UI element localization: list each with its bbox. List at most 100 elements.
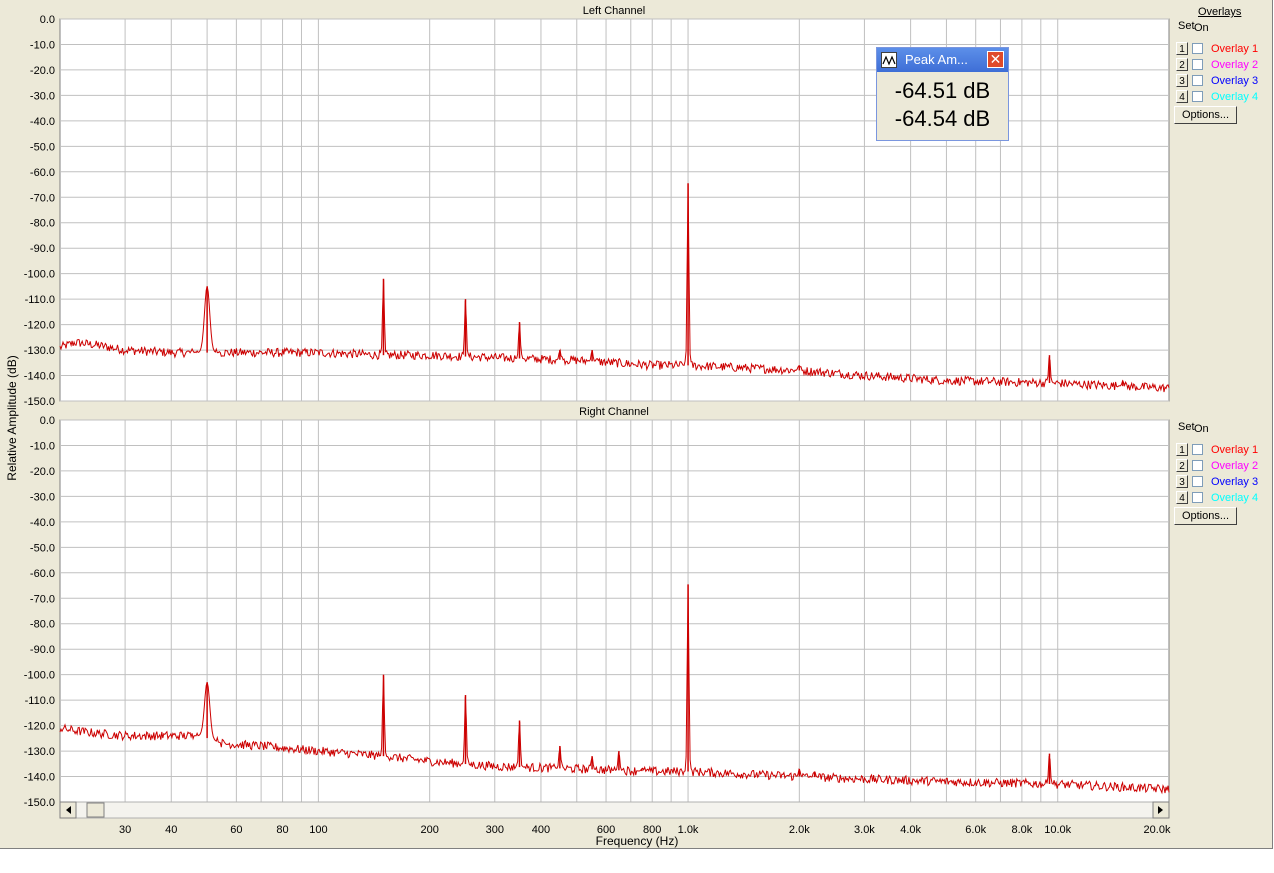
overlay-label: Overlay 4: [1211, 90, 1259, 103]
y-tick-label: -40.0: [30, 517, 55, 529]
overlays-title: Overlays: [1198, 6, 1242, 18]
peak-window-titlebar[interactable]: Peak Am... ✕: [877, 48, 1008, 72]
overlay-set-button[interactable]: 3: [1176, 74, 1188, 87]
y-tick-label: -110.0: [25, 695, 55, 707]
y-tick-label: -100.0: [24, 269, 55, 281]
waveform-icon: [881, 52, 897, 68]
x-tick-label: 80: [276, 824, 288, 836]
peak-left-value: -64.51 dB: [894, 78, 991, 103]
overlay-row: 4 Overlay 4: [1176, 89, 1258, 104]
y-tick-label: -100.0: [24, 670, 55, 682]
y-tick-label: -50.0: [30, 141, 55, 153]
peak-right-value: -64.54 dB: [894, 106, 991, 131]
x-tick-label: 30: [119, 824, 131, 836]
bottom-chart-title: Right Channel: [579, 406, 649, 418]
y-tick-label: 0.0: [40, 14, 55, 26]
overlay-row: 2 Overlay 2: [1176, 57, 1258, 72]
overlay-set-button[interactable]: 4: [1176, 90, 1188, 103]
x-tick-label: 60: [230, 824, 242, 836]
peak-window-title: Peak Am...: [905, 52, 968, 67]
overlay-label: Overlay 2: [1211, 58, 1259, 71]
y-tick-label: -60.0: [30, 568, 55, 580]
overlay-set-button[interactable]: 3: [1176, 475, 1188, 488]
spectrum-plot: Left Channel 0.0 -10.0 -20.0 -30.0 -40.0 -50.…: [5, 5, 1171, 848]
overlay-on-checkbox[interactable]: [1192, 43, 1203, 54]
x-tick-label: 6.0k: [965, 824, 986, 836]
x-tick-label: 20.0k: [1144, 824, 1171, 836]
x-tick-label: 200: [420, 824, 438, 836]
x-tick-label: 1.0k: [678, 824, 699, 836]
overlay-label: Overlay 3: [1211, 74, 1259, 87]
x-tick-label: 3.0k: [854, 824, 875, 836]
x-tick-label: 300: [486, 824, 504, 836]
y-tick-label: -70.0: [30, 192, 55, 204]
overlay-set-button[interactable]: 2: [1176, 459, 1188, 472]
y-tick-label: -20.0: [30, 466, 55, 478]
y-tick-label: -90.0: [30, 644, 55, 656]
top-y-axis: 0.0 -10.0 -20.0 -30.0 -40.0 -50.0 -60.0 -70.0 -8…: [24, 14, 55, 408]
y-tick-label: 0.0: [40, 415, 55, 427]
x-tick-label: 10.0k: [1044, 824, 1071, 836]
overlay-on-checkbox[interactable]: [1192, 59, 1203, 70]
spectrum-analyzer-window: Left Channel 0.0 -10.0 -20.0 -30.0 -40.0 -50.…: [0, 0, 1273, 849]
y-tick-label: -150.0: [24, 797, 55, 809]
y-tick-label: -120.0: [24, 320, 55, 332]
overlay-label: Overlay 2: [1211, 459, 1259, 472]
close-icon[interactable]: ✕: [987, 51, 1004, 68]
y-tick-label: -30.0: [30, 90, 55, 102]
y-tick-label: -20.0: [30, 65, 55, 77]
overlay-set-button[interactable]: 1: [1176, 443, 1188, 456]
x-tick-label: 100: [309, 824, 327, 836]
y-tick-label: -150.0: [24, 396, 55, 408]
y-tick-label: -130.0: [24, 746, 55, 758]
y-tick-label: -90.0: [30, 243, 55, 255]
x-tick-label: 40: [165, 824, 177, 836]
bottom-y-axis: 0.0 -10.0 -20.0 -30.0 -40.0 -50.0 -60.0 -70.0 -8…: [24, 415, 55, 809]
overlay-on-checkbox[interactable]: [1192, 460, 1203, 471]
overlay-on-checkbox[interactable]: [1192, 476, 1203, 487]
top-chart-title: Left Channel: [583, 5, 645, 17]
top-options-button[interactable]: Options...: [1174, 106, 1237, 124]
x-axis-label: Frequency (Hz): [596, 834, 679, 848]
x-tick-label: 4.0k: [900, 824, 921, 836]
y-tick-label: -110.0: [25, 294, 55, 306]
overlay-label: Overlay 1: [1211, 42, 1259, 55]
y-tick-label: -120.0: [24, 721, 55, 733]
overlay-set-button[interactable]: 1: [1176, 42, 1188, 55]
x-tick-label: 2.0k: [789, 824, 810, 836]
y-tick-label: -10.0: [30, 39, 55, 51]
bottom-options-button[interactable]: Options...: [1174, 507, 1237, 525]
y-tick-label: -140.0: [24, 772, 55, 784]
horizontal-scrollbar[interactable]: [59, 801, 1170, 819]
scroll-thumb[interactable]: [86, 802, 105, 818]
y-tick-label: -80.0: [30, 218, 55, 230]
y-tick-label: -70.0: [30, 593, 55, 605]
overlay-row: 1 Overlay 1: [1176, 442, 1258, 457]
y-tick-label: -50.0: [30, 542, 55, 554]
y-tick-label: -140.0: [24, 371, 55, 383]
overlay-set-button[interactable]: 2: [1176, 58, 1188, 71]
x-tick-label: 400: [532, 824, 550, 836]
overlay-row: 1 Overlay 1: [1176, 41, 1258, 56]
overlay-row: 4 Overlay 4: [1176, 490, 1258, 505]
peak-amplitude-window[interactable]: Peak Am... ✕ -64.51 dB -64.54 dB: [876, 47, 1009, 141]
y-tick-label: -10.0: [30, 440, 55, 452]
overlay-row: 3 Overlay 3: [1176, 474, 1258, 489]
y-tick-label: -40.0: [30, 116, 55, 128]
y-axis-label: Relative Amplitude (dB): [5, 355, 19, 480]
on-header: On: [1194, 22, 1209, 34]
x-tick-label: 8.0k: [1011, 824, 1032, 836]
overlay-on-checkbox[interactable]: [1192, 91, 1203, 102]
overlay-on-checkbox[interactable]: [1192, 492, 1203, 503]
overlay-on-checkbox[interactable]: [1192, 75, 1203, 86]
overlay-label: Overlay 4: [1211, 491, 1259, 504]
overlay-label: Overlay 3: [1211, 475, 1259, 488]
overlay-on-checkbox[interactable]: [1192, 444, 1203, 455]
overlay-row: 2 Overlay 2: [1176, 458, 1258, 473]
y-tick-label: -130.0: [24, 345, 55, 357]
overlay-row: 3 Overlay 3: [1176, 73, 1258, 88]
y-tick-label: -30.0: [30, 491, 55, 503]
overlay-set-button[interactable]: 4: [1176, 491, 1188, 504]
y-tick-label: -80.0: [30, 619, 55, 631]
on-header-2: On: [1194, 423, 1209, 435]
